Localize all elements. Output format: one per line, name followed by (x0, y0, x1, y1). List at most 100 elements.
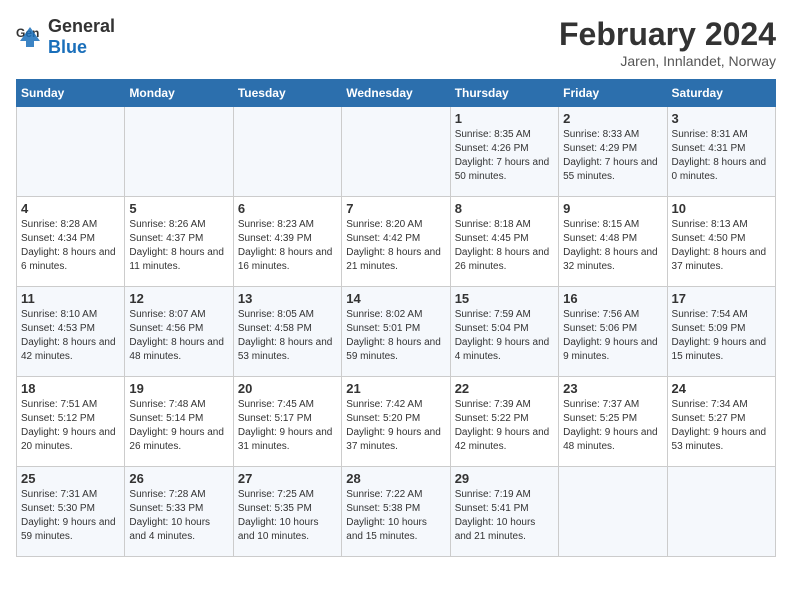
day-info: Sunrise: 7:51 AM Sunset: 5:12 PM Dayligh… (21, 398, 120, 454)
calendar-cell: 8 Sunrise: 8:18 AM Sunset: 4:45 PM Daylig… (450, 197, 558, 287)
day-info: Sunrise: 8:02 AM Sunset: 5:01 PM Dayligh… (346, 308, 445, 364)
day-info: Sunrise: 7:34 AM Sunset: 5:27 PM Dayligh… (672, 398, 771, 454)
calendar-cell: 1Sunrise: 8:35 AM Sunset: 4:26 PM Daylig… (450, 107, 558, 197)
calendar-cell: 5Sunrise: 8:26 AM Sunset: 4:37 PM Daylig… (125, 197, 233, 287)
calendar-cell: 28 Sunrise: 7:22 AM Sunset: 5:38 PM Dayli… (342, 467, 450, 557)
calendar-cell: 22 Sunrise: 7:39 AM Sunset: 5:22 PM Dayli… (450, 377, 558, 467)
day-info: Sunrise: 7:25 AM Sunset: 5:35 PM Dayligh… (238, 488, 337, 544)
day-number: 7 (346, 201, 445, 216)
day-info: Sunrise: 8:28 AM Sunset: 4:34 PM Dayligh… (21, 218, 120, 274)
day-info: Sunrise: 8:15 AM Sunset: 4:48 PM Dayligh… (563, 218, 662, 274)
week-row-5: 25Sunrise: 7:31 AM Sunset: 5:30 PM Dayli… (17, 467, 776, 557)
week-row-1: 1Sunrise: 8:35 AM Sunset: 4:26 PM Daylig… (17, 107, 776, 197)
day-info: Sunrise: 7:54 AM Sunset: 5:09 PM Dayligh… (672, 308, 771, 364)
calendar-cell: 10Sunrise: 8:13 AM Sunset: 4:50 PM Dayli… (667, 197, 775, 287)
calendar-cell: 27 Sunrise: 7:25 AM Sunset: 5:35 PM Dayli… (233, 467, 341, 557)
day-info: Sunrise: 7:56 AM Sunset: 5:06 PM Dayligh… (563, 308, 662, 364)
day-number: 9 (563, 201, 662, 216)
day-number: 4 (21, 201, 120, 216)
header: Gen General Blue February 2024 Jaren, In… (16, 16, 776, 69)
day-info: Sunrise: 8:31 AM Sunset: 4:31 PM Dayligh… (672, 128, 771, 184)
calendar-table: SundayMondayTuesdayWednesdayThursdayFrid… (16, 79, 776, 557)
day-number: 1 (455, 111, 554, 126)
day-info: Sunrise: 7:39 AM Sunset: 5:22 PM Dayligh… (455, 398, 554, 454)
day-number: 14 (346, 291, 445, 306)
day-number: 2 (563, 111, 662, 126)
logo: Gen General Blue (16, 16, 115, 58)
day-info: Sunrise: 7:45 AM Sunset: 5:17 PM Dayligh… (238, 398, 337, 454)
day-number: 23 (563, 381, 662, 396)
title-area: February 2024 Jaren, Innlandet, Norway (559, 16, 776, 69)
calendar-cell: 13 Sunrise: 8:05 AM Sunset: 4:58 PM Dayli… (233, 287, 341, 377)
logo-general: General (48, 16, 115, 36)
main-title: February 2024 (559, 16, 776, 53)
col-header-sunday: Sunday (17, 80, 125, 107)
calendar-cell: 29 Sunrise: 7:19 AM Sunset: 5:41 PM Dayli… (450, 467, 558, 557)
day-number: 11 (21, 291, 120, 306)
calendar-cell: 12Sunrise: 8:07 AM Sunset: 4:56 PM Dayli… (125, 287, 233, 377)
calendar-cell: 14 Sunrise: 8:02 AM Sunset: 5:01 PM Dayli… (342, 287, 450, 377)
week-row-4: 18 Sunrise: 7:51 AM Sunset: 5:12 PM Dayli… (17, 377, 776, 467)
calendar-cell: 11 Sunrise: 8:10 AM Sunset: 4:53 PM Dayli… (17, 287, 125, 377)
day-number: 19 (129, 381, 228, 396)
calendar-cell: 16 Sunrise: 7:56 AM Sunset: 5:06 PM Dayli… (559, 287, 667, 377)
week-row-3: 11 Sunrise: 8:10 AM Sunset: 4:53 PM Dayli… (17, 287, 776, 377)
day-number: 29 (455, 471, 554, 486)
day-info: Sunrise: 8:13 AM Sunset: 4:50 PM Dayligh… (672, 218, 771, 274)
calendar-cell: 2 Sunrise: 8:33 AM Sunset: 4:29 PM Daylig… (559, 107, 667, 197)
logo-blue: Blue (48, 37, 87, 57)
day-number: 24 (672, 381, 771, 396)
day-info: Sunrise: 7:48 AM Sunset: 5:14 PM Dayligh… (129, 398, 228, 454)
day-info: Sunrise: 8:33 AM Sunset: 4:29 PM Dayligh… (563, 128, 662, 184)
day-number: 8 (455, 201, 554, 216)
day-info: Sunrise: 8:05 AM Sunset: 4:58 PM Dayligh… (238, 308, 337, 364)
day-info: Sunrise: 8:23 AM Sunset: 4:39 PM Dayligh… (238, 218, 337, 274)
col-header-thursday: Thursday (450, 80, 558, 107)
calendar-cell (667, 467, 775, 557)
day-info: Sunrise: 8:26 AM Sunset: 4:37 PM Dayligh… (129, 218, 228, 274)
calendar-cell: 9 Sunrise: 8:15 AM Sunset: 4:48 PM Daylig… (559, 197, 667, 287)
calendar-cell: 7 Sunrise: 8:20 AM Sunset: 4:42 PM Daylig… (342, 197, 450, 287)
calendar-cell: 23 Sunrise: 7:37 AM Sunset: 5:25 PM Dayli… (559, 377, 667, 467)
calendar-cell (233, 107, 341, 197)
day-number: 13 (238, 291, 337, 306)
day-info: Sunrise: 7:28 AM Sunset: 5:33 PM Dayligh… (129, 488, 228, 544)
day-info: Sunrise: 8:10 AM Sunset: 4:53 PM Dayligh… (21, 308, 120, 364)
col-header-tuesday: Tuesday (233, 80, 341, 107)
calendar-cell: 17 Sunrise: 7:54 AM Sunset: 5:09 PM Dayli… (667, 287, 775, 377)
week-row-2: 4 Sunrise: 8:28 AM Sunset: 4:34 PM Daylig… (17, 197, 776, 287)
day-number: 28 (346, 471, 445, 486)
day-number: 25 (21, 471, 120, 486)
day-number: 21 (346, 381, 445, 396)
calendar-cell: 6 Sunrise: 8:23 AM Sunset: 4:39 PM Daylig… (233, 197, 341, 287)
day-info: Sunrise: 8:18 AM Sunset: 4:45 PM Dayligh… (455, 218, 554, 274)
day-number: 6 (238, 201, 337, 216)
calendar-cell (17, 107, 125, 197)
calendar-cell (342, 107, 450, 197)
calendar-cell: 24 Sunrise: 7:34 AM Sunset: 5:27 PM Dayli… (667, 377, 775, 467)
calendar-cell: 25Sunrise: 7:31 AM Sunset: 5:30 PM Dayli… (17, 467, 125, 557)
day-info: Sunrise: 7:22 AM Sunset: 5:38 PM Dayligh… (346, 488, 445, 544)
day-info: Sunrise: 7:59 AM Sunset: 5:04 PM Dayligh… (455, 308, 554, 364)
day-number: 12 (129, 291, 228, 306)
calendar-cell: 3 Sunrise: 8:31 AM Sunset: 4:31 PM Daylig… (667, 107, 775, 197)
col-header-wednesday: Wednesday (342, 80, 450, 107)
day-number: 3 (672, 111, 771, 126)
calendar-cell: 15Sunrise: 7:59 AM Sunset: 5:04 PM Dayli… (450, 287, 558, 377)
day-info: Sunrise: 7:37 AM Sunset: 5:25 PM Dayligh… (563, 398, 662, 454)
calendar-cell: 4 Sunrise: 8:28 AM Sunset: 4:34 PM Daylig… (17, 197, 125, 287)
calendar-cell: 26Sunrise: 7:28 AM Sunset: 5:33 PM Dayli… (125, 467, 233, 557)
col-header-saturday: Saturday (667, 80, 775, 107)
day-info: Sunrise: 7:19 AM Sunset: 5:41 PM Dayligh… (455, 488, 554, 544)
day-number: 22 (455, 381, 554, 396)
day-info: Sunrise: 7:42 AM Sunset: 5:20 PM Dayligh… (346, 398, 445, 454)
col-header-monday: Monday (125, 80, 233, 107)
calendar-cell: 21 Sunrise: 7:42 AM Sunset: 5:20 PM Dayli… (342, 377, 450, 467)
day-number: 18 (21, 381, 120, 396)
day-number: 27 (238, 471, 337, 486)
day-number: 16 (563, 291, 662, 306)
day-number: 17 (672, 291, 771, 306)
col-header-friday: Friday (559, 80, 667, 107)
calendar-cell: 19 Sunrise: 7:48 AM Sunset: 5:14 PM Dayli… (125, 377, 233, 467)
day-info: Sunrise: 8:20 AM Sunset: 4:42 PM Dayligh… (346, 218, 445, 274)
